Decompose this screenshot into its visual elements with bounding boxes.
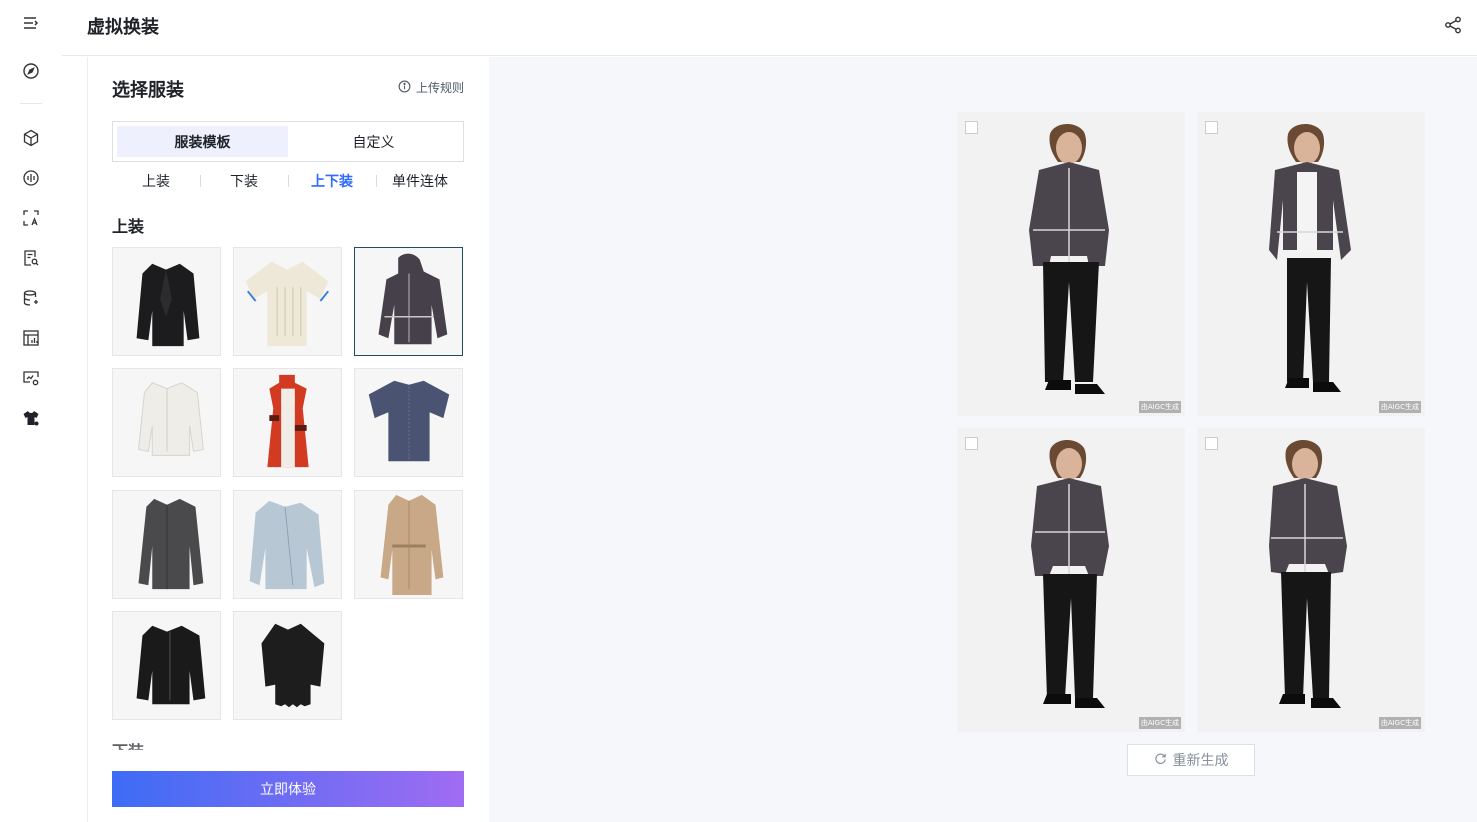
- garment-tile-black-frayed-shirt[interactable]: [233, 611, 342, 720]
- garment-tile-white-cropped-jacket[interactable]: [112, 368, 221, 477]
- cube-icon[interactable]: [21, 128, 41, 148]
- garment-tile-black-leather-jacket[interactable]: [112, 611, 221, 720]
- garment-tile-beige-trench-coat[interactable]: [354, 490, 463, 599]
- upload-rules-label: 上传规则: [415, 81, 464, 95]
- aigc-watermark: 由AIGC生成: [1378, 401, 1421, 413]
- nav-divider: [20, 103, 42, 104]
- regenerate-label: 重新生成: [1172, 753, 1229, 769]
- garment-tile-navy-tshirt[interactable]: [354, 368, 463, 477]
- aigc-watermark: 由AIGC生成: [1138, 717, 1181, 729]
- share-icon[interactable]: [1443, 15, 1463, 35]
- result-image[interactable]: 由AIGC生成: [1197, 428, 1425, 732]
- top-header: 虚拟换装: [62, 0, 1477, 56]
- scan-text-icon[interactable]: [21, 208, 41, 228]
- results-area: 由AIGC生成 由AIGC生成 由AIGC生成 由AIGC生成 重新生成: [489, 57, 1477, 822]
- garment-tile-grey-plaid-shirt[interactable]: [112, 490, 221, 599]
- tab-bottoms[interactable]: 下装: [200, 171, 288, 191]
- scroll-fade: [88, 737, 488, 767]
- aigc-watermark: 由AIGC生成: [1378, 717, 1421, 729]
- result-checkbox[interactable]: [965, 437, 978, 450]
- garment-tile-cream-knit-polo[interactable]: [233, 247, 342, 356]
- panel-title: 选择服装: [112, 80, 184, 101]
- monitor-settings-icon[interactable]: [21, 368, 41, 388]
- compass-icon[interactable]: [21, 61, 41, 81]
- regenerate-button[interactable]: 重新生成: [1127, 744, 1255, 776]
- document-search-icon[interactable]: [21, 248, 41, 268]
- shirt-icon[interactable]: [21, 408, 41, 428]
- nav-rail: [0, 0, 62, 822]
- menu-icon[interactable]: [21, 13, 41, 33]
- segment-custom[interactable]: 自定义: [288, 126, 459, 157]
- tab-tops-and-bottoms[interactable]: 上下装: [288, 171, 376, 191]
- result-checkbox[interactable]: [1205, 121, 1218, 134]
- page-title: 虚拟换装: [87, 17, 159, 38]
- segment-template[interactable]: 服装模板: [117, 126, 288, 157]
- refresh-icon: [1154, 752, 1167, 769]
- garment-tile-grey-hooded-jacket[interactable]: [354, 247, 463, 356]
- upload-rules-link[interactable]: 上传规则: [398, 79, 464, 96]
- layout-chart-icon[interactable]: [21, 328, 41, 348]
- garment-panel: 选择服装 上传规则 服装模板 自定义 上装 下装 上下装 单件连体 上装 立即体…: [87, 57, 488, 822]
- category-tabs: 上装 下装 上下装 单件连体: [112, 170, 464, 192]
- result-image[interactable]: 由AIGC生成: [957, 428, 1185, 732]
- result-image[interactable]: 由AIGC生成: [1197, 112, 1425, 416]
- garment-tile-black-blazer[interactable]: [112, 247, 221, 356]
- aigc-watermark: 由AIGC生成: [1138, 401, 1181, 413]
- result-checkbox[interactable]: [965, 121, 978, 134]
- audio-wave-icon[interactable]: [21, 168, 41, 188]
- database-sparkle-icon[interactable]: [21, 288, 41, 308]
- garment-tile-light-blue-shirt[interactable]: [233, 490, 342, 599]
- garment-tile-red-striped-vest[interactable]: [233, 368, 342, 477]
- try-now-button[interactable]: 立即体验: [112, 771, 464, 807]
- result-checkbox[interactable]: [1205, 437, 1218, 450]
- tab-tops[interactable]: 上装: [112, 171, 200, 191]
- section-title-tops: 上装: [112, 217, 145, 236]
- tab-one-piece[interactable]: 单件连体: [376, 171, 464, 191]
- result-image[interactable]: 由AIGC生成: [957, 112, 1185, 416]
- source-segmented-control: 服装模板 自定义: [112, 121, 464, 162]
- info-icon: [398, 80, 411, 96]
